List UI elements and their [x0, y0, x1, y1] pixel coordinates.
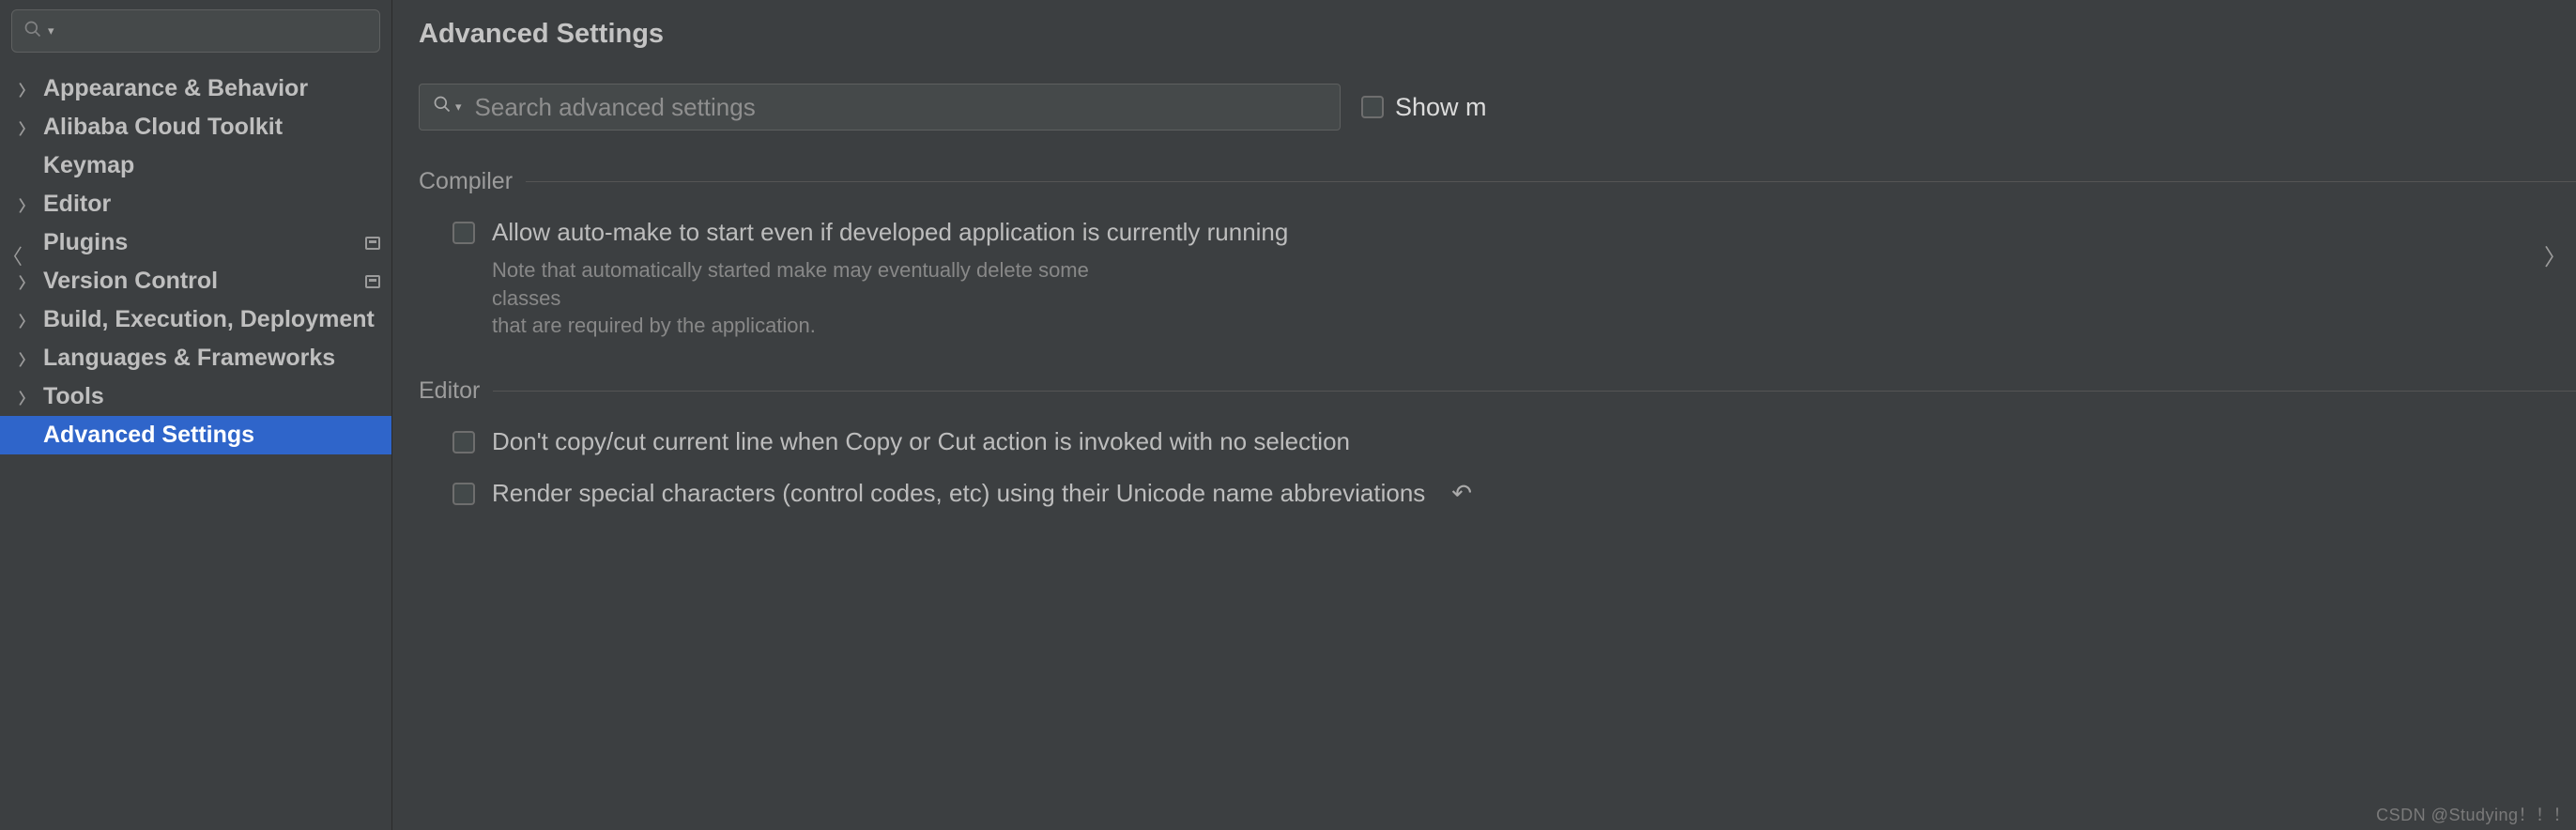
divider [493, 391, 2576, 392]
sidebar-item-advanced-settings[interactable]: Advanced Settings [0, 416, 391, 454]
search-icon [433, 95, 452, 119]
page-title: Advanced Settings [419, 19, 2576, 50]
sidebar-item-plugins[interactable]: Plugins [0, 223, 391, 262]
sidebar-item-label: Tools [43, 383, 380, 410]
sidebar-item-label: Advanced Settings [43, 422, 380, 449]
settings-main: Advanced Settings ▾ Show m 〉 Compiler [392, 0, 2576, 830]
checkbox-render-special-chars[interactable] [452, 483, 475, 505]
checkbox-allow-auto-make[interactable] [452, 222, 475, 244]
chevron-right-icon[interactable]: 〉 [19, 193, 43, 216]
divider [526, 181, 2576, 182]
option-dont-copy-cut[interactable]: Don't copy/cut current line when Copy or… [419, 427, 2576, 456]
sidebar-item-label: Appearance & Behavior [43, 75, 380, 102]
sidebar-item-version-control[interactable]: 〉Version Control [0, 262, 391, 300]
sidebar-item-label: Languages & Frameworks [43, 345, 380, 372]
section-title-editor: Editor [419, 377, 480, 405]
chevron-right-icon[interactable]: 〉 [19, 386, 43, 408]
chevron-right-icon[interactable]: 〉 [19, 78, 43, 100]
watermark: CSDN @Studying！！！ [2376, 802, 2570, 826]
option-label: Don't copy/cut current line when Copy or… [492, 427, 1350, 456]
option-allow-auto-make[interactable]: Allow auto-make to start even if develop… [419, 218, 2576, 247]
sidebar-item-build-execution-deployment[interactable]: 〉Build, Execution, Deployment [0, 300, 391, 339]
sidebar-item-keymap[interactable]: Keymap [0, 146, 391, 185]
sidebar-item-label: Keymap [43, 152, 380, 179]
sidebar-item-label: Version Control [43, 268, 358, 295]
option-note: Note that automatically started make may… [492, 256, 1149, 340]
section-title-compiler: Compiler [419, 168, 513, 195]
checkbox-dont-copy-cut[interactable] [452, 431, 475, 453]
option-render-special-chars[interactable]: Render special characters (control codes… [419, 479, 2576, 508]
sidebar-item-label: Alibaba Cloud Toolkit [43, 114, 380, 141]
search-icon [23, 20, 42, 42]
project-settings-icon [365, 275, 380, 288]
project-settings-icon [365, 237, 380, 250]
sidebar-item-languages-frameworks[interactable]: 〉Languages & Frameworks [0, 339, 391, 377]
sidebar-item-tools[interactable]: 〉Tools [0, 377, 391, 416]
advanced-settings-search[interactable]: ▾ [419, 84, 1341, 131]
section-compiler: Compiler Allow auto-make to start even i… [419, 168, 2576, 340]
back-icon[interactable]: 〈 [2, 240, 23, 270]
option-label: Allow auto-make to start even if develop… [492, 218, 1288, 247]
sidebar-item-label: Plugins [43, 229, 358, 256]
show-modified-checkbox[interactable] [1361, 96, 1384, 118]
advanced-settings-search-input[interactable] [475, 93, 1326, 122]
sidebar-search-field[interactable]: ▾ [11, 9, 380, 53]
chevron-right-icon[interactable]: 〉 [19, 270, 43, 293]
reset-icon[interactable]: ↶ [1451, 479, 1472, 508]
sidebar-item-appearance-behavior[interactable]: 〉Appearance & Behavior [0, 69, 391, 108]
forward-icon[interactable]: 〉 [2544, 238, 2567, 271]
chevron-down-icon: ▾ [455, 100, 462, 115]
sidebar-item-label: Editor [43, 191, 380, 218]
option-label: Render special characters (control codes… [492, 479, 1425, 508]
sidebar-item-label: Build, Execution, Deployment [43, 306, 380, 333]
settings-tree: 〉Appearance & Behavior〉Alibaba Cloud Too… [0, 69, 391, 454]
settings-sidebar: 〈 ▾ 〉Appearance & Behavior〉Alibaba Cloud… [0, 0, 392, 830]
section-editor: Editor Don't copy/cut current line when … [419, 377, 2576, 508]
chevron-right-icon[interactable]: 〉 [19, 116, 43, 139]
chevron-down-icon: ▾ [48, 23, 54, 38]
show-modified-label: Show m [1395, 93, 1487, 122]
sidebar-item-alibaba-cloud-toolkit[interactable]: 〉Alibaba Cloud Toolkit [0, 108, 391, 146]
sidebar-item-editor[interactable]: 〉Editor [0, 185, 391, 223]
chevron-right-icon[interactable]: 〉 [19, 347, 43, 370]
chevron-right-icon[interactable]: 〉 [19, 309, 43, 331]
